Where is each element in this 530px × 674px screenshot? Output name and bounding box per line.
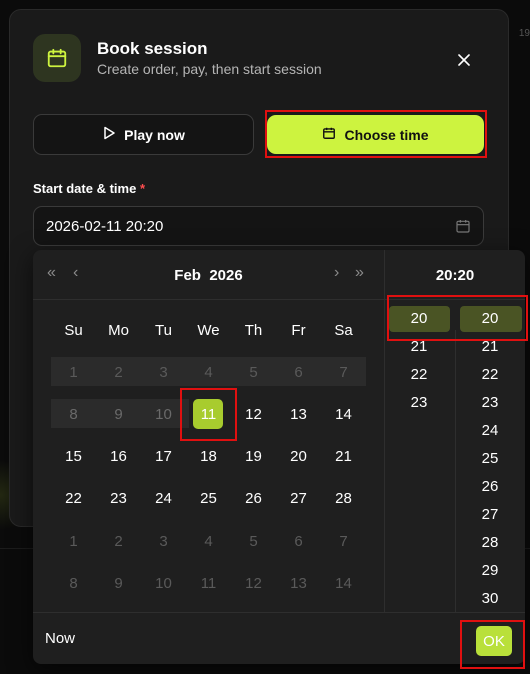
day-cell[interactable]: 17 (141, 441, 186, 471)
weekday-header: Su (64, 322, 83, 339)
day-cell: 3 (159, 363, 168, 381)
weekday-header: Tu (155, 322, 172, 339)
choose-time-button[interactable]: Choose time (267, 115, 484, 154)
day-cell: 7 (339, 363, 348, 381)
day-cell: 9 (114, 574, 123, 592)
weekday-header: Sa (334, 322, 353, 339)
now-button[interactable]: Now (45, 630, 75, 647)
close-icon[interactable] (453, 49, 475, 71)
play-icon (102, 126, 116, 143)
day-cell[interactable]: 25 (186, 483, 231, 513)
calendar-icon[interactable] (455, 218, 471, 238)
modal-title: Book session (97, 39, 208, 58)
day-cell[interactable]: 21 (321, 441, 366, 471)
day-cell: 14 (335, 574, 352, 592)
day-cell: 7 (339, 532, 348, 550)
day-cell[interactable]: 18 (186, 441, 231, 471)
minute-option[interactable]: 28 (455, 534, 525, 551)
minute-option[interactable]: 27 (455, 506, 525, 523)
calendar-icon (322, 126, 336, 143)
hour-option[interactable]: 22 (384, 366, 454, 383)
background-number: 19 (518, 28, 530, 39)
day-cell: 1 (69, 532, 78, 550)
minute-option[interactable]: 23 (455, 394, 525, 411)
start-datetime-value: 2026-02-11 20:20 (46, 217, 164, 235)
month-button[interactable]: Feb (174, 267, 201, 284)
next-year-button[interactable]: » (355, 264, 364, 282)
minute-option[interactable]: 25 (455, 450, 525, 467)
day-cell: 2 (114, 532, 123, 550)
minute-option[interactable]: 29 (455, 562, 525, 579)
day-cell[interactable]: 19 (231, 441, 276, 471)
minute-option[interactable]: 26 (455, 478, 525, 495)
day-cell: 10 (155, 574, 172, 592)
hour-option[interactable]: 20 (384, 310, 454, 327)
weekday-header: Th (244, 322, 263, 339)
play-now-button[interactable]: Play now (33, 114, 254, 155)
weekday-header: Mo (108, 322, 129, 339)
time-header: 20:20 (385, 250, 525, 300)
calendar-icon (33, 34, 81, 82)
day-cell[interactable]: 13 (276, 399, 321, 429)
choose-time-label: Choose time (344, 126, 429, 143)
day-cell[interactable]: 14 (321, 399, 366, 429)
hour-option[interactable]: 23 (384, 394, 454, 411)
day-cell[interactable]: 24 (141, 483, 186, 513)
day-cell: 6 (294, 532, 303, 550)
day-cell: 3 (159, 532, 168, 550)
day-cell: 5 (249, 532, 258, 550)
day-cell: 6 (294, 363, 303, 381)
minute-option[interactable]: 24 (455, 422, 525, 439)
next-month-button[interactable]: › (334, 264, 339, 282)
day-cell[interactable]: 20 (276, 441, 321, 471)
day-cell: 4 (204, 532, 213, 550)
day-cell: 4 (204, 363, 213, 381)
day-cell: 11 (200, 574, 217, 592)
picker-footer: Now OK (33, 612, 525, 664)
day-cell: 5 (249, 363, 258, 381)
day-cell[interactable]: 16 (96, 441, 141, 471)
day-cell-selected[interactable]: 11 (186, 399, 231, 429)
modal-subtitle: Create order, pay, then start session (97, 61, 322, 77)
day-cell[interactable]: 12 (231, 399, 276, 429)
start-datetime-label: Start date & time * (33, 181, 145, 196)
day-cell[interactable]: 26 (231, 483, 276, 513)
day-cell[interactable]: 22 (51, 483, 96, 513)
minute-option[interactable]: 30 (455, 590, 525, 607)
day-cell: 8 (69, 405, 78, 423)
start-datetime-input[interactable]: 2026-02-11 20:20 (33, 206, 484, 246)
datetime-picker: « ‹ Feb 2026 › » 20:20 Su Mo Tu We Th Fr Sa 12… (33, 250, 525, 664)
picker-header: « ‹ Feb 2026 › » (33, 250, 384, 300)
year-button[interactable]: 2026 (209, 267, 242, 284)
day-cell: 13 (290, 574, 307, 592)
weekday-header: Fr (291, 322, 306, 339)
day-cell: 10 (155, 405, 172, 423)
day-cell: 1 (69, 363, 78, 381)
day-cell: 8 (69, 574, 78, 592)
ok-button[interactable]: OK (476, 626, 512, 656)
month-year-label: Feb 2026 (33, 267, 384, 284)
day-cell[interactable]: 23 (96, 483, 141, 513)
day-cell[interactable]: 27 (276, 483, 321, 513)
day-cell[interactable]: 15 (51, 441, 96, 471)
minute-option[interactable]: 20 (455, 310, 525, 327)
hour-option[interactable]: 21 (384, 338, 454, 355)
day-cell: 2 (114, 363, 123, 381)
picker-divider (384, 250, 385, 612)
day-cell: 12 (245, 574, 262, 592)
day-cell: 9 (114, 405, 123, 423)
minute-option[interactable]: 22 (455, 366, 525, 383)
day-cell[interactable]: 28 (321, 483, 366, 513)
required-mark: * (139, 181, 145, 196)
minute-option[interactable]: 21 (455, 338, 525, 355)
weekday-header: We (197, 322, 220, 339)
play-now-label: Play now (124, 126, 185, 143)
